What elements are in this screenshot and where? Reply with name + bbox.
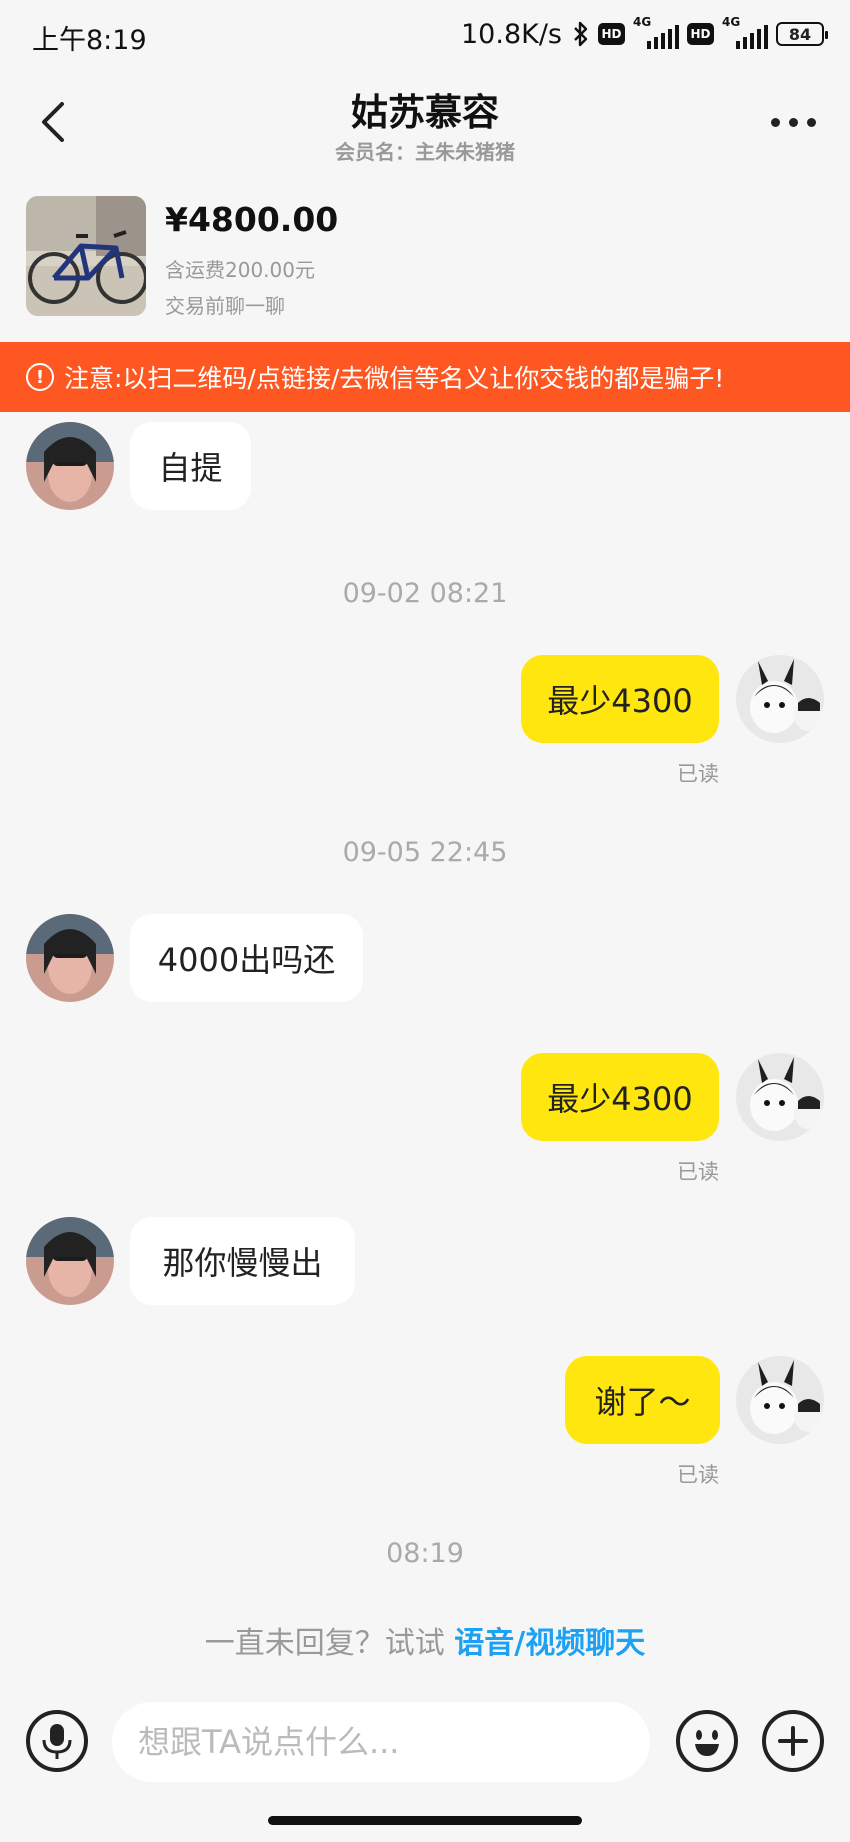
my-avatar[interactable] xyxy=(736,1356,824,1444)
status-time: 上午8:19 xyxy=(32,25,147,56)
message-input[interactable] xyxy=(112,1702,650,1782)
cell-signal-icon: 4G xyxy=(633,15,679,49)
emoji-icon[interactable] xyxy=(676,1710,738,1772)
message-bubble[interactable]: 4000出吗还 xyxy=(130,914,363,1002)
read-receipt: 已读 xyxy=(677,762,719,786)
plus-icon[interactable] xyxy=(762,1710,824,1772)
battery-icon: 84 xyxy=(776,22,828,46)
message-bubble[interactable]: 最少4300 xyxy=(521,655,719,743)
other-user-avatar[interactable] xyxy=(26,422,114,510)
more-icon[interactable] xyxy=(771,118,816,127)
chat-header: 姑苏慕容 会员名：主朱朱猪猪 xyxy=(0,70,850,180)
call-hint: 一直未回复？试试 语音/视频聊天 xyxy=(0,1618,850,1662)
shipping-fee: 含运费200.00元 xyxy=(165,258,315,282)
read-receipt: 已读 xyxy=(677,1463,719,1487)
read-receipt: 已读 xyxy=(677,1160,719,1184)
warning-text: 注意:以扫二维码/点链接/去微信等名义让你交钱的都是骗子! xyxy=(64,364,725,393)
message-bubble[interactable]: 最少4300 xyxy=(521,1053,719,1141)
product-card[interactable]: ¥4800.00 含运费200.00元 交易前聊一聊 xyxy=(0,180,850,342)
my-avatar[interactable] xyxy=(736,1053,824,1141)
home-indicator[interactable] xyxy=(268,1816,582,1825)
message-bubble[interactable]: 谢了～ xyxy=(565,1356,720,1444)
warning-icon: ! xyxy=(26,363,54,391)
message-bubble[interactable]: 那你慢慢出 xyxy=(130,1217,355,1305)
network-speed: 10.8K/s xyxy=(461,18,562,50)
cell-signal-icon: 4G xyxy=(722,15,768,49)
my-avatar[interactable] xyxy=(736,655,824,743)
message-timestamp: 08:19 xyxy=(386,1538,464,1569)
fraud-warning-banner: ! 注意:以扫二维码/点链接/去微信等名义让你交钱的都是骗子! xyxy=(0,342,850,412)
mic-icon[interactable] xyxy=(26,1710,88,1772)
other-user-avatar[interactable] xyxy=(26,1217,114,1305)
product-note: 交易前聊一聊 xyxy=(165,294,285,318)
message-timestamp: 09-05 22:45 xyxy=(342,837,508,868)
product-price: ¥4800.00 xyxy=(165,200,339,239)
status-bar: 上午8:19 10.8K/s HD 4G HD 4G 84 xyxy=(0,0,850,70)
message-bubble[interactable]: 自提 xyxy=(130,422,251,510)
hd-badge: HD xyxy=(598,23,625,45)
call-hint-text: 一直未回复？试试 xyxy=(204,1626,455,1661)
bluetooth-icon xyxy=(574,21,588,47)
page-title: 姑苏慕容 xyxy=(351,91,499,134)
product-image[interactable] xyxy=(26,196,146,316)
member-name: 会员名：主朱朱猪猪 xyxy=(335,140,515,164)
voice-video-call-link[interactable]: 语音/视频聊天 xyxy=(454,1626,645,1661)
hd-badge: HD xyxy=(687,23,714,45)
message-timestamp: 09-02 08:21 xyxy=(342,578,508,609)
other-user-avatar[interactable] xyxy=(26,914,114,1002)
status-indicators: 10.8K/s HD 4G HD 4G 84 xyxy=(461,15,828,52)
